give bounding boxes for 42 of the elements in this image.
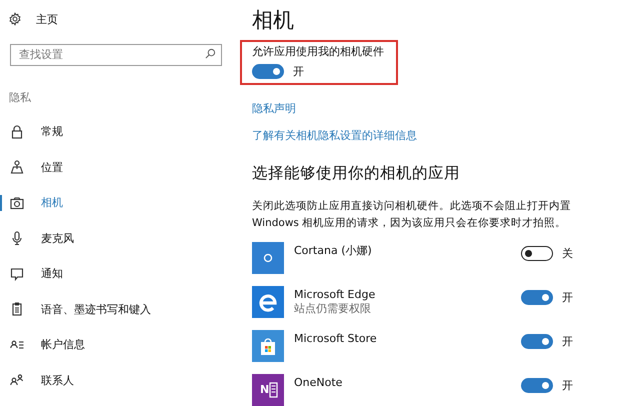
camera-icon [9,194,25,211]
setting-label: 允许应用使用我的相机硬件 [252,44,385,59]
page-title: 相机 [252,7,295,34]
location-icon [9,159,25,176]
search-field[interactable]: 查找设置 [10,44,222,66]
sidebar-item[interactable]: 帐户信息 [0,327,240,362]
chat-icon [9,266,25,282]
toggle-state: 开 [562,378,573,393]
gear-icon [8,12,22,26]
sidebar-item[interactable]: 常规 [0,114,240,150]
link[interactable]: 隐私声明 [252,101,640,116]
app-icon [252,286,284,318]
app-note: 站点仍需要权限 [294,302,372,316]
app-icon [252,242,284,274]
sidebar-item[interactable]: 通知 [0,256,240,292]
toggle-switch[interactable] [521,290,553,305]
description-text: 关闭此选项防止应用直接访问相机硬件。此选项不会阻止打开内置 Windows 相机应用的请求，因为该应用只会在你要求时才拍照。 [252,199,572,231]
toggle-state: 关 [562,246,573,261]
sidebar-item[interactable]: 相机 [0,185,240,220]
app-name: Microsoft Edge [294,288,376,302]
toggle-state: 开 [293,64,304,79]
link[interactable]: 了解有关相机隐私设置的详细信息 [252,128,640,143]
search-icon [205,48,216,59]
app-icon-letter: N [260,383,270,396]
app-icon [252,330,284,362]
app-name: OneNote [294,376,344,390]
app-name: Microsoft Store [294,332,378,346]
toggle-switch[interactable] [521,378,553,393]
sidebar-item[interactable]: 位置 [0,150,240,185]
toggle-switch[interactable] [252,64,284,79]
section-heading: 隐私 [9,90,32,105]
toggle-state: 开 [562,290,573,305]
sidebar-item[interactable]: 麦克风 [0,220,240,256]
lock-icon [9,124,25,140]
toggle-switch[interactable] [521,334,553,349]
sidebar-item[interactable]: 语音、墨迹书写和键入 [0,292,240,327]
app-name: Cortana (小娜) [294,244,373,258]
toggle-state: 开 [562,334,573,349]
sidebar-item[interactable]: 联系人 [0,362,240,398]
section-heading: 选择能够使用你的相机的应用 [252,163,461,184]
home-link[interactable]: 主页 [0,8,240,30]
toggle-switch[interactable] [521,246,553,261]
